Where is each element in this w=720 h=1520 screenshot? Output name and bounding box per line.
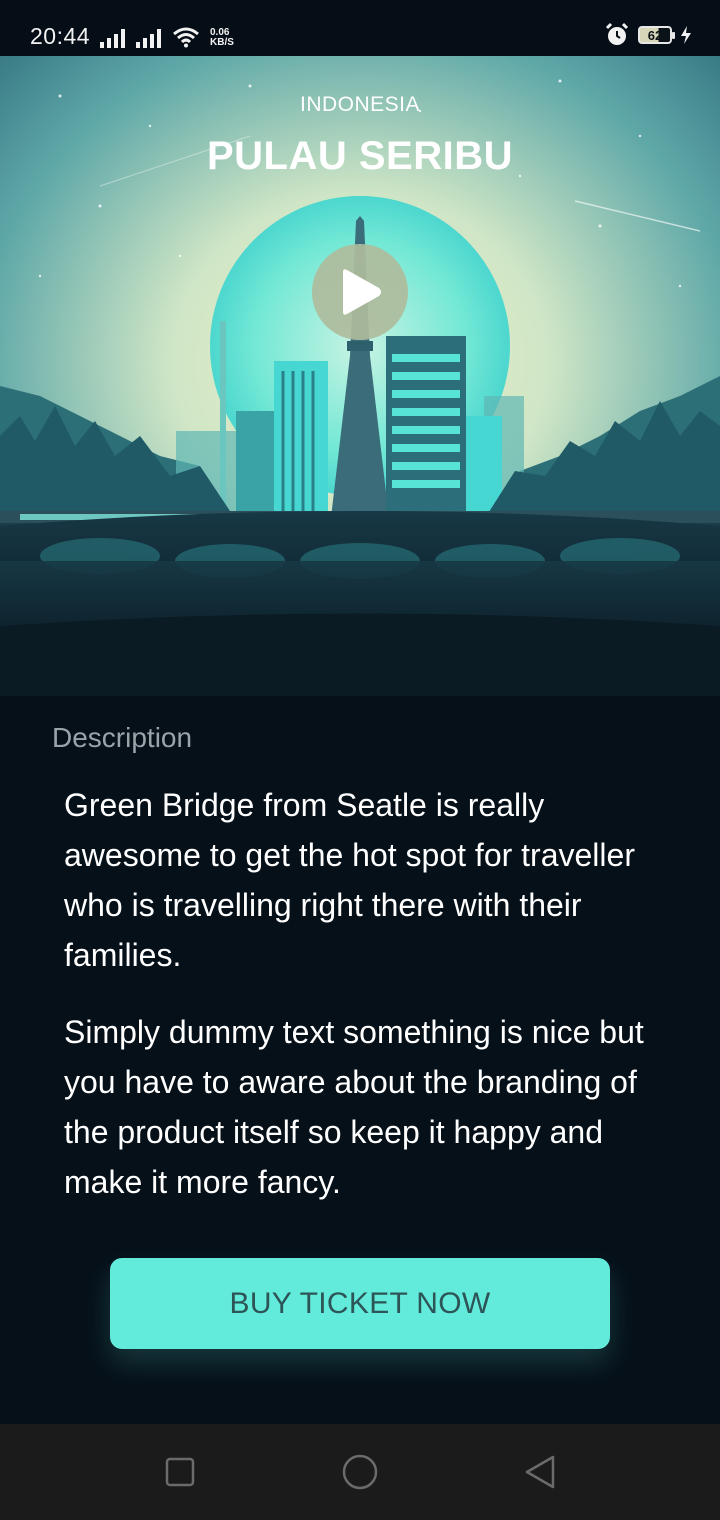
net-speed-unit: KB/S bbox=[210, 37, 234, 48]
status-icons-left: 0.06 KB/S bbox=[100, 24, 234, 48]
battery-icon: 62 bbox=[638, 26, 675, 44]
recents-icon bbox=[165, 1457, 195, 1487]
description-paragraph-2: Simply dummy text something is nice but … bbox=[64, 1014, 644, 1200]
back-button[interactable] bbox=[520, 1452, 560, 1492]
status-time: 20:44 bbox=[30, 23, 91, 49]
buy-ticket-button[interactable]: BUY TICKET NOW bbox=[110, 1258, 610, 1349]
hero-country: INDONESIA bbox=[299, 93, 421, 116]
status-bar: 20:44 0.06 KB/S 62 bbox=[0, 0, 720, 56]
charging-icon bbox=[681, 26, 691, 44]
hero-illustration: INDONESIA PULAU SERIBU bbox=[0, 56, 720, 696]
play-icon bbox=[343, 269, 381, 315]
home-button[interactable] bbox=[340, 1452, 380, 1492]
play-button[interactable] bbox=[312, 244, 408, 340]
hero-title: PULAU SERIBU bbox=[206, 134, 514, 178]
battery-level: 62 bbox=[647, 27, 663, 43]
back-icon bbox=[525, 1455, 555, 1489]
description-label: Description bbox=[52, 722, 193, 753]
screen: 20:44 0.06 KB/S 62 INDONESIA PULAU SERIB… bbox=[0, 0, 720, 1520]
signal-icon bbox=[100, 29, 125, 48]
signal-icon-2 bbox=[136, 29, 161, 48]
navigation-bar bbox=[0, 1424, 720, 1520]
wifi-icon bbox=[173, 27, 199, 48]
description-paragraph-1: Green Bridge from Seatle is really aweso… bbox=[64, 787, 635, 973]
net-speed: 0.06 KB/S bbox=[210, 28, 234, 48]
home-icon bbox=[342, 1454, 378, 1490]
recents-button[interactable] bbox=[160, 1452, 200, 1492]
status-icons-right: 62 bbox=[604, 22, 692, 48]
alarm-icon bbox=[605, 22, 629, 45]
